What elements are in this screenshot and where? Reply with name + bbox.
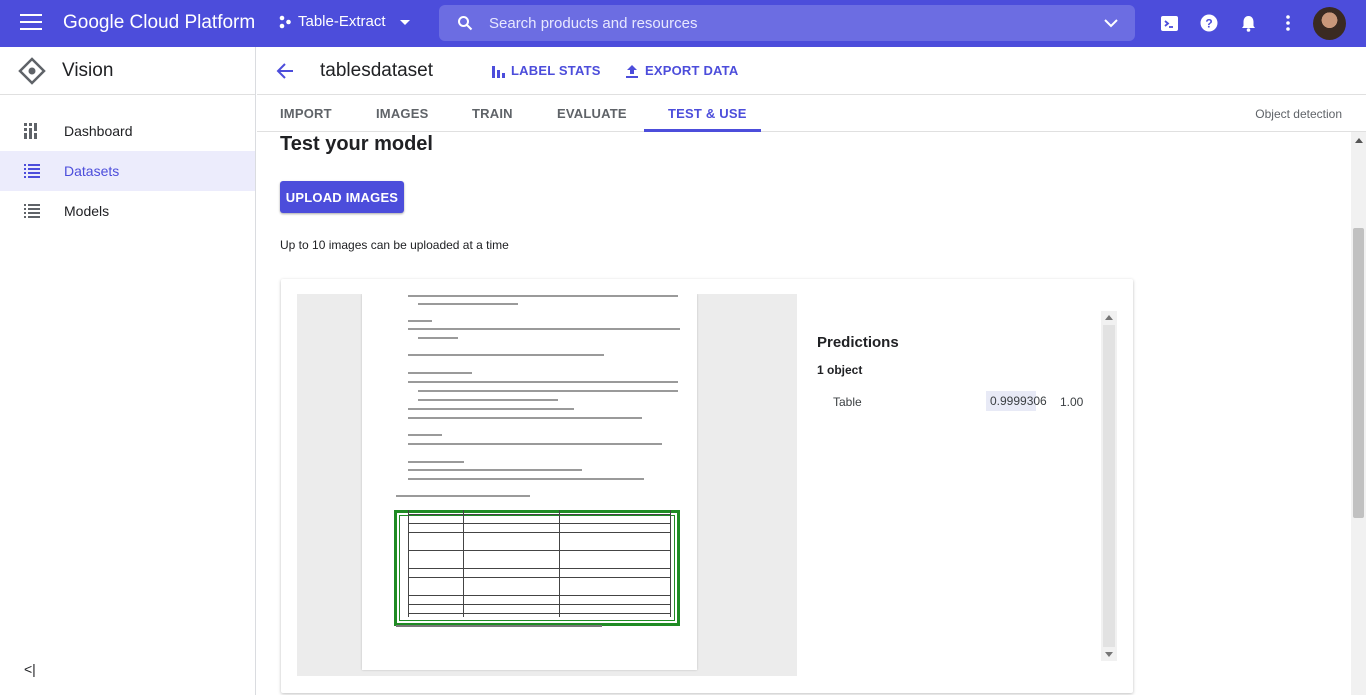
tab-train[interactable]: TRAIN bbox=[472, 106, 513, 121]
list-icon bbox=[24, 164, 40, 178]
upload-note: Up to 10 images can be uploaded at a tim… bbox=[280, 238, 509, 252]
search-input[interactable]: Search products and resources bbox=[489, 15, 697, 32]
upload-icon bbox=[626, 64, 638, 78]
sidebar-item-datasets[interactable]: Datasets bbox=[0, 151, 255, 191]
page-scrollbar[interactable] bbox=[1351, 132, 1366, 695]
predictions-scrollbar[interactable] bbox=[1101, 311, 1117, 661]
score-bar: 0.9999306 bbox=[986, 391, 1052, 411]
back-arrow-icon[interactable] bbox=[275, 61, 295, 81]
top-app-bar: Google Cloud Platform Table-Extract Sear… bbox=[0, 0, 1366, 47]
sidebar-item-label: Dashboard bbox=[64, 123, 133, 139]
svg-text:?: ? bbox=[1205, 17, 1212, 31]
project-icon bbox=[279, 15, 291, 28]
search-bar[interactable]: Search products and resources bbox=[439, 5, 1135, 41]
dataset-name: tablesdataset bbox=[320, 60, 434, 81]
tab-test-and-use[interactable]: TEST & USE bbox=[668, 106, 747, 121]
export-data-label: EXPORT DATA bbox=[645, 63, 739, 78]
tab-bar: IMPORT IMAGES TRAIN EVALUATE TEST & USE … bbox=[257, 96, 1366, 132]
predictions-title: Predictions bbox=[817, 334, 899, 351]
prediction-label: Table bbox=[833, 395, 862, 409]
sidebar-item-dashboard[interactable]: Dashboard bbox=[0, 111, 255, 151]
main-content: Test your model UPLOAD IMAGES Up to 10 i… bbox=[257, 132, 1351, 695]
sidebar: Vision Dashboard Datasets Models <| bbox=[0, 47, 256, 695]
bar-chart-icon bbox=[492, 65, 505, 78]
label-stats-button[interactable]: LABEL STATS bbox=[491, 63, 601, 78]
scroll-down-icon[interactable] bbox=[1105, 652, 1113, 657]
notifications-icon[interactable] bbox=[1239, 14, 1258, 33]
export-data-button[interactable]: EXPORT DATA bbox=[625, 63, 738, 78]
chevron-down-icon[interactable] bbox=[1103, 15, 1119, 31]
sidebar-item-label: Datasets bbox=[64, 163, 120, 179]
tab-import[interactable]: IMPORT bbox=[280, 106, 332, 121]
search-icon bbox=[458, 16, 473, 31]
score-value: 0.9999306 bbox=[990, 394, 1047, 408]
model-type-label: Object detection bbox=[1255, 107, 1342, 121]
score-max: 1.00 bbox=[1060, 395, 1084, 409]
project-name: Table-Extract bbox=[298, 13, 386, 30]
product-title: Vision bbox=[62, 59, 114, 81]
more-vert-icon[interactable] bbox=[1278, 13, 1298, 33]
sidebar-header: Vision bbox=[0, 47, 255, 95]
scroll-up-icon[interactable] bbox=[1355, 138, 1363, 143]
top-actions: ? bbox=[1160, 13, 1298, 33]
upload-images-button[interactable]: UPLOAD IMAGES bbox=[280, 181, 404, 213]
dashboard-icon bbox=[24, 123, 37, 139]
object-count: 1 object bbox=[817, 363, 863, 377]
list-icon bbox=[24, 204, 40, 218]
tab-evaluate[interactable]: EVALUATE bbox=[557, 106, 627, 121]
brand-title[interactable]: Google Cloud Platform bbox=[63, 12, 255, 34]
menu-icon[interactable] bbox=[20, 14, 42, 32]
uploaded-image bbox=[297, 294, 797, 676]
collapse-sidebar-icon[interactable]: <| bbox=[24, 661, 36, 677]
avatar[interactable] bbox=[1313, 7, 1346, 40]
scroll-thumb[interactable] bbox=[1353, 228, 1364, 518]
predictions-panel: Predictions 1 object Table 0.9999306 1.0… bbox=[801, 311, 1119, 661]
document-preview bbox=[362, 294, 697, 670]
prediction-card: Predictions 1 object Table 0.9999306 1.0… bbox=[281, 279, 1133, 693]
label-stats-label: LABEL STATS bbox=[511, 63, 601, 78]
tab-images[interactable]: IMAGES bbox=[376, 106, 428, 121]
help-icon[interactable]: ? bbox=[1199, 13, 1219, 33]
dropdown-arrow-icon bbox=[399, 19, 410, 25]
sidebar-item-models[interactable]: Models bbox=[0, 191, 255, 231]
dataset-header: tablesdataset LABEL STATS EXPORT DATA bbox=[257, 47, 1366, 95]
cloud-shell-icon[interactable] bbox=[1160, 14, 1179, 33]
vision-logo-icon bbox=[18, 56, 46, 85]
scroll-up-icon[interactable] bbox=[1105, 315, 1113, 320]
project-selector[interactable]: Table-Extract bbox=[278, 13, 412, 30]
sidebar-item-label: Models bbox=[64, 203, 110, 219]
page-title: Test your model bbox=[280, 133, 433, 155]
scroll-thumb[interactable] bbox=[1103, 325, 1115, 647]
